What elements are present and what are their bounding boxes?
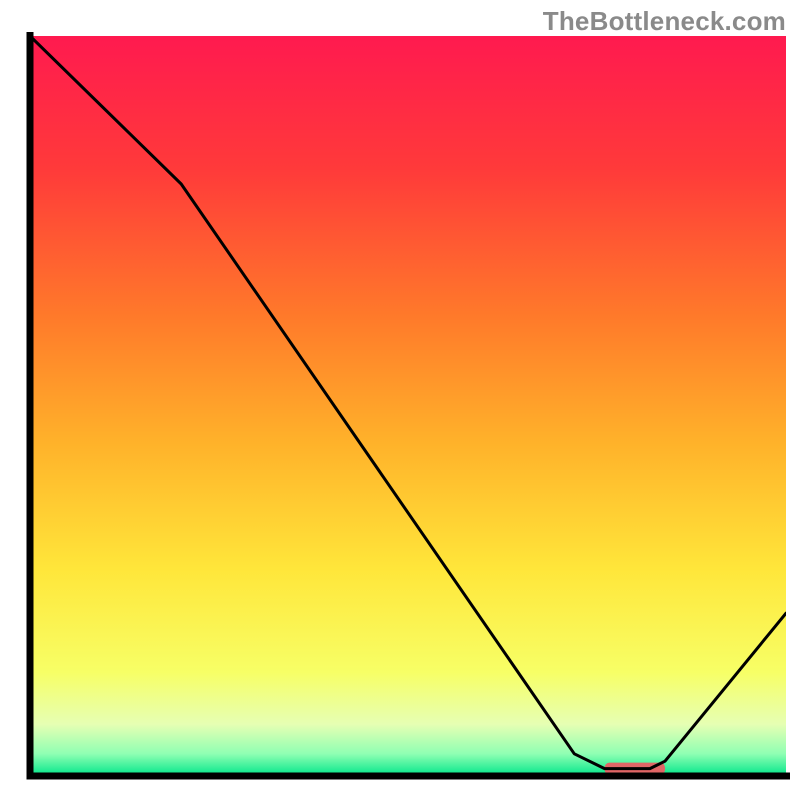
watermark-text: TheBottleneck.com xyxy=(543,6,786,37)
chart-container: TheBottleneck.com xyxy=(0,0,800,800)
chart-svg xyxy=(0,0,800,800)
